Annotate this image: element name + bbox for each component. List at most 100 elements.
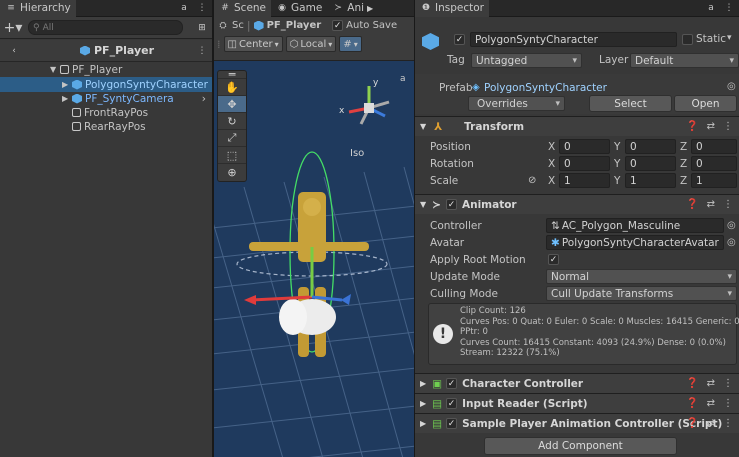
update-mode-dropdown[interactable]: Normal [546, 269, 737, 284]
tree-item-frontraypos[interactable]: FrontRayPos [0, 105, 212, 120]
foldout-arrow-icon[interactable]: ▶ [420, 379, 426, 388]
rotation-label: Rotation [430, 157, 474, 170]
more-menu-icon[interactable]: ⋮ [723, 199, 733, 210]
component-header-sample-player-animation-controller[interactable]: ▶ ▤ ✓ Sample Player Animation Controller… [415, 413, 739, 433]
info-icon: ❶ [421, 3, 431, 13]
position-y-field[interactable]: 0 [625, 139, 676, 154]
prefab-value[interactable]: PolygonSyntyCharacter [484, 82, 607, 94]
tab-scene[interactable]: # Scene [214, 0, 272, 17]
layer-dropdown[interactable]: Default [630, 53, 739, 68]
help-icon[interactable]: ❓ [686, 398, 698, 409]
overrides-dropdown[interactable]: Overrides [468, 96, 565, 111]
component-header-input-reader[interactable]: ▶ ▤ ✓ Input Reader (Script) ❓ ⇄ ⋮ [415, 393, 739, 413]
prefab-select-button[interactable]: Select [589, 95, 672, 112]
lock-icon[interactable]: a [705, 2, 717, 14]
add-icon[interactable]: +▾ [4, 20, 23, 36]
auto-save-checkbox[interactable]: ✓ [332, 20, 344, 31]
lock-icon[interactable]: a [178, 2, 190, 14]
more-menu-icon[interactable]: ⋮ [196, 45, 208, 57]
object-name-field[interactable]: PolygonSyntyCharacter [470, 32, 677, 47]
tree-item-rearraypos[interactable]: RearRayPos [0, 119, 212, 134]
position-z-field[interactable]: 0 [691, 139, 737, 154]
object-picker-icon[interactable]: ◎ [727, 81, 736, 92]
grid-snap-icon: # [343, 38, 352, 50]
chevron-right-icon[interactable]: › [202, 93, 206, 105]
search-input[interactable]: ⚲ All [28, 20, 183, 35]
foldout-arrow-icon[interactable]: ▼ [420, 200, 426, 209]
animator-header[interactable]: ▼ ≻ ✓ Animator ❓ ⇄ ⋮ [415, 194, 739, 214]
help-icon[interactable]: ❓ [686, 121, 698, 132]
more-menu-icon[interactable]: ⋮ [723, 398, 733, 409]
component-enabled-checkbox[interactable]: ✓ [446, 378, 458, 389]
presets-icon[interactable]: ⇄ [707, 418, 715, 429]
tab-hierarchy-label: Hierarchy [20, 2, 71, 14]
filter-icon[interactable]: ⊞ [196, 22, 208, 34]
avatar-field[interactable]: ✱ PolygonSyntyCharacterAvatar [546, 235, 724, 250]
breadcrumb-prefab[interactable]: PF_Player [267, 20, 322, 31]
presets-icon[interactable]: ⇄ [707, 398, 715, 409]
tab-hierarchy[interactable]: ≡ Hierarchy [0, 0, 76, 17]
more-menu-icon[interactable]: ⋮ [723, 418, 733, 429]
expand-arrow-icon[interactable]: ▼ [50, 65, 60, 74]
breadcrumb-scene[interactable]: Sc [232, 20, 244, 31]
component-enabled-checkbox[interactable]: ✓ [446, 398, 458, 409]
scene-toolbar: ⛭ Sc | PF_Player ✓ Auto Save ⁞ ◫ Center … [214, 17, 414, 61]
rotation-z-field[interactable]: 0 [691, 156, 737, 171]
object-picker-icon[interactable]: ◎ [727, 237, 736, 248]
expand-arrow-icon[interactable]: ▶ [62, 94, 72, 103]
scale-z-field[interactable]: 1 [691, 173, 737, 188]
rotation-y-field[interactable]: 0 [625, 156, 676, 171]
pivot-icon: ◫ [227, 38, 237, 50]
pivot-dropdown[interactable]: ◫ Center ▾ [223, 36, 283, 52]
scale-y-field[interactable]: 1 [625, 173, 676, 188]
more-menu-icon[interactable]: ⋮ [723, 2, 735, 14]
scale-label: Scale [430, 174, 459, 187]
static-checkbox[interactable] [682, 34, 693, 45]
scene-viewport[interactable]: ═ ✋ ✥ ↻ ⤢ ⬚ ⊕ y x Iso a [214, 62, 414, 457]
foldout-arrow-icon[interactable]: ▼ [420, 122, 426, 131]
static-dropdown-icon[interactable]: ▾ [727, 33, 732, 43]
component-header-character-controller[interactable]: ▶ ▣ ✓ Character Controller ❓ ⇄ ⋮ [415, 373, 739, 393]
tab-game[interactable]: ◉ Game [271, 0, 327, 17]
controller-field[interactable]: ⇅ AC_Polygon_Masculine [546, 218, 724, 233]
apply-root-motion-checkbox[interactable]: ✓ [548, 254, 559, 265]
more-menu-icon[interactable]: ⋮ [723, 121, 733, 132]
add-component-button[interactable]: Add Component [484, 437, 677, 455]
foldout-arrow-icon[interactable]: ▶ [420, 419, 426, 428]
gameobject-icon [60, 65, 69, 74]
expand-arrow-icon[interactable]: ▶ [62, 80, 72, 89]
culling-mode-dropdown[interactable]: Cull Update Transforms [546, 286, 737, 301]
help-icon[interactable]: ❓ [686, 378, 698, 389]
help-icon[interactable]: ❓ [686, 199, 698, 210]
presets-icon[interactable]: ⇄ [707, 378, 715, 389]
object-picker-icon[interactable]: ◎ [727, 220, 736, 231]
scale-x-field[interactable]: 1 [559, 173, 610, 188]
tree-item-polygonsyntycharacter[interactable]: ▶ PolygonSyntyCharacter [0, 77, 212, 92]
tab-inspector[interactable]: ❶ Inspector [415, 0, 489, 17]
snap-dropdown[interactable]: # ▾ [339, 36, 362, 52]
more-menu-icon[interactable]: ⋮ [196, 2, 208, 14]
overflow-arrow-icon[interactable]: ▶ [367, 4, 373, 13]
back-icon[interactable]: ‹ [8, 45, 20, 57]
foldout-arrow-icon[interactable]: ▶ [420, 399, 426, 408]
tab-animator-label: Ani [347, 2, 365, 14]
prefab-open-button[interactable]: Open [674, 95, 737, 112]
rotation-x-field[interactable]: 0 [559, 156, 610, 171]
tag-dropdown[interactable]: Untagged [471, 53, 582, 68]
more-menu-icon[interactable]: ⋮ [723, 378, 733, 389]
chevron-down-icon: ▾ [274, 39, 279, 49]
object-active-checkbox[interactable]: ✓ [454, 34, 465, 45]
presets-icon[interactable]: ⇄ [707, 121, 715, 132]
help-icon[interactable]: ❓ [686, 418, 698, 429]
tab-animator[interactable]: ≻ Ani ▶ [327, 0, 378, 17]
prefab-icon [72, 79, 82, 90]
tree-item-pf-player[interactable]: ▼ PF_Player [0, 62, 212, 77]
space-dropdown[interactable]: ⬡ Local ▾ [285, 36, 337, 52]
tree-item-pf-syntycamera[interactable]: ▶ PF_SyntyCamera › [0, 91, 212, 106]
transform-header[interactable]: ▼ ⅄ Transform ❓ ⇄ ⋮ [415, 116, 739, 136]
animator-enabled-checkbox[interactable]: ✓ [445, 199, 457, 210]
constrain-proportions-icon[interactable]: ⊘ [528, 175, 536, 186]
presets-icon[interactable]: ⇄ [707, 199, 715, 210]
component-enabled-checkbox[interactable]: ✓ [446, 418, 458, 429]
position-x-field[interactable]: 0 [559, 139, 610, 154]
